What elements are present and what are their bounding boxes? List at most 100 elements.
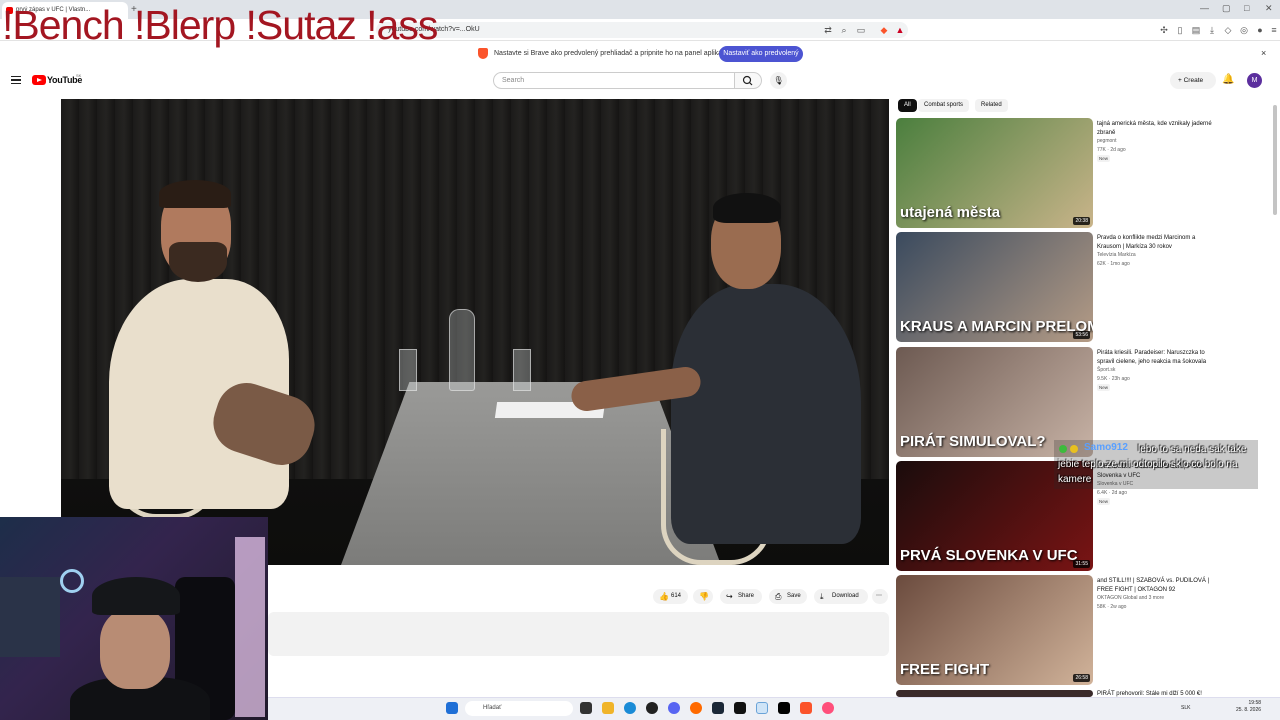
extension-icon[interactable]: ✣ (1158, 24, 1170, 36)
share-label: Share (738, 593, 755, 599)
video-meta: 6.4K · 2d ago (1097, 490, 1128, 496)
brave-logo-icon (478, 48, 488, 59)
search-icon (742, 75, 753, 86)
dislike-button[interactable]: 👎 (693, 589, 713, 604)
terminal-icon[interactable] (734, 702, 746, 714)
video-duration: 31:55 (1073, 560, 1090, 568)
streamer-webcam (0, 517, 268, 720)
video-thumbnail[interactable]: FREE FIGHT 26:58 (896, 575, 1093, 685)
restore-icon[interactable]: ▢ (1222, 3, 1231, 14)
video-person-right (569, 193, 871, 565)
water-glass (513, 349, 531, 391)
sidebar-toggle-icon[interactable]: ▯ (1174, 24, 1186, 36)
infobar-text: Nastavte si Brave ako predvolený prehlia… (494, 50, 730, 57)
voice-search-button[interactable]: 🎙 (770, 72, 787, 89)
active-app-icon[interactable] (756, 702, 768, 714)
firefox-icon[interactable] (690, 702, 702, 714)
video-title[interactable]: Pravda o konflikte medzi Marcinom a Krau… (1097, 234, 1221, 251)
video-meta: 62K · 1mo ago (1097, 261, 1130, 267)
edge-icon[interactable] (624, 702, 636, 714)
video-thumbnail[interactable] (896, 690, 1093, 697)
steam-icon[interactable] (712, 702, 724, 714)
share-button[interactable]: ↪ Share (720, 589, 762, 604)
create-label: Create (1183, 77, 1204, 84)
browser-menu-icon[interactable]: ≡ (1268, 24, 1280, 36)
like-count: 614 (671, 593, 682, 599)
set-default-button[interactable]: Nastaviť ako predvolený (719, 46, 803, 62)
video-duration: 26:58 (1073, 674, 1090, 682)
window-close-icon[interactable]: ✕ (1265, 3, 1273, 14)
video-title[interactable]: tajná americká města, kde vznikaly jader… (1097, 120, 1221, 137)
system-clock[interactable]: 19:58 25. 8. 2026 (1236, 700, 1261, 714)
mic-icon: 🎙 (773, 76, 784, 85)
chip-all[interactable]: All (898, 99, 917, 112)
file-explorer-icon[interactable] (602, 702, 614, 714)
video-player[interactable] (61, 99, 889, 565)
brave-taskbar-icon[interactable] (800, 702, 812, 714)
maximize-icon[interactable]: □ (1244, 3, 1249, 13)
video-thumbnail[interactable]: KRAUS A MARCIN PRELOMILI MLČANIE53:56 (896, 232, 1093, 342)
chat-overlay: lebo to sa neda sak take jebie teplo ze … (1054, 440, 1258, 489)
clock-date: 25. 8. 2026 (1236, 707, 1262, 713)
description-box[interactable] (268, 612, 889, 656)
channel-name[interactable]: pegmont (1097, 138, 1116, 144)
video-thumbnail[interactable]: utajená města 20:38 (896, 118, 1093, 228)
app-icon[interactable] (822, 702, 834, 714)
clock-time: 19:58 (1248, 700, 1262, 706)
bookmark-icon[interactable]: ▤ (1190, 24, 1202, 36)
hamburger-menu-icon[interactable] (11, 76, 21, 84)
account-avatar[interactable]: M (1247, 73, 1262, 88)
infobar-close-icon[interactable]: × (1261, 48, 1266, 58)
water-bottle (449, 309, 475, 391)
profile-icon[interactable]: ● (1254, 24, 1266, 36)
translate-icon[interactable]: ⇄ (822, 24, 834, 36)
youtube-logo-icon[interactable] (32, 75, 46, 85)
more-dots-icon: ⋯ (876, 593, 882, 599)
discord-icon[interactable] (668, 702, 680, 714)
vpn-icon[interactable]: ◎ (1238, 24, 1250, 36)
bookmark-add-icon: ⎙ (775, 592, 782, 601)
page-scrollbar[interactable] (1273, 105, 1277, 215)
chip-related[interactable]: Related (975, 99, 1008, 112)
more-actions-button[interactable]: ⋯ (872, 589, 888, 604)
video-title[interactable]: and STILL!!!! | SZABOVÁ vs. PUDILOVÁ | F… (1097, 577, 1221, 594)
download-button[interactable]: ⤓ Download (814, 589, 868, 604)
start-windows-icon[interactable] (446, 702, 458, 714)
cast-icon[interactable]: ▭ (855, 24, 867, 36)
notifications-bell-icon[interactable]: 🔔 (1222, 74, 1234, 85)
save-button[interactable]: ⎙ Save (769, 589, 807, 604)
obs-icon[interactable] (778, 702, 790, 714)
brave-shield-icon[interactable]: ◆ (878, 24, 890, 36)
brave-rewards-icon[interactable]: ▲ (894, 24, 906, 36)
taskbar-search[interactable]: Hľadať (465, 701, 573, 716)
video-meta: 58K · 2w ago (1097, 604, 1127, 610)
thumbs-up-icon: 👍 (659, 592, 669, 601)
search-input[interactable]: Search (493, 72, 735, 89)
chrome-icon[interactable] (646, 702, 658, 714)
channel-name[interactable]: Šport.sk (1097, 367, 1115, 373)
minimize-icon[interactable]: — (1200, 3, 1209, 13)
zoom-icon[interactable]: ⌕ (838, 24, 850, 36)
video-title[interactable]: Piráta kriesili. Paradeiser: Naruszczka … (1097, 349, 1221, 366)
thumbnail-caption: PRVÁ SLOVENKA V UFC (900, 547, 1078, 564)
windows-taskbar (268, 697, 1280, 720)
input-language[interactable]: SLK (1181, 705, 1190, 711)
channel-name[interactable]: OKTAGON Global and 3 more (1097, 595, 1164, 601)
chip-combat-sports[interactable]: Combat sports (918, 99, 970, 112)
video-duration: 53:56 (1073, 331, 1090, 339)
like-button[interactable]: 👍 614 (653, 589, 688, 604)
download-manager-icon[interactable]: ⤓ (1206, 24, 1218, 36)
new-badge: New (1097, 155, 1111, 162)
channel-name[interactable]: Televízia Markíza (1097, 252, 1136, 258)
create-button[interactable]: + Create (1170, 72, 1216, 89)
task-view-icon[interactable] (580, 702, 592, 714)
thumbnail-caption: KRAUS A MARCIN PRELOMILI MLČANIE (900, 318, 1093, 335)
download-label: Download (832, 593, 859, 599)
video-duration: 20:38 (1073, 217, 1090, 225)
new-badge: New (1097, 498, 1111, 505)
chat-username: Samo912 (1084, 442, 1128, 453)
search-button[interactable] (735, 72, 762, 89)
country-code: SK (76, 73, 82, 78)
wallet-icon[interactable]: ◇ (1222, 24, 1234, 36)
video-meta: 9.5K · 23h ago (1097, 376, 1130, 382)
